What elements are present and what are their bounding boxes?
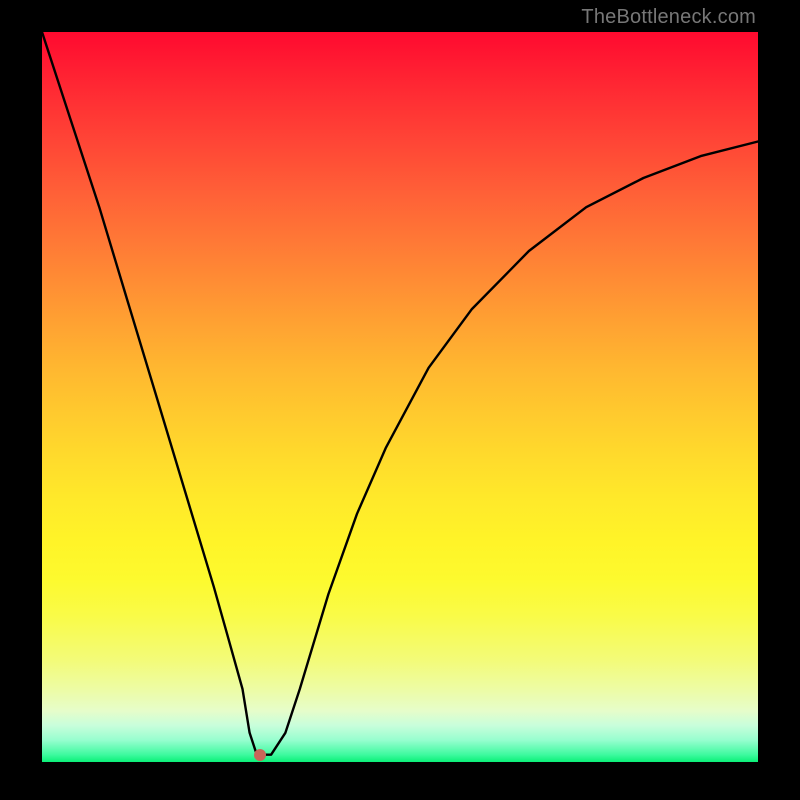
bottleneck-curve: [42, 32, 758, 762]
minimum-marker: [254, 749, 266, 761]
chart-frame: TheBottleneck.com: [0, 0, 800, 800]
chart-plot-area: [42, 32, 758, 762]
watermark-text: TheBottleneck.com: [581, 6, 756, 29]
